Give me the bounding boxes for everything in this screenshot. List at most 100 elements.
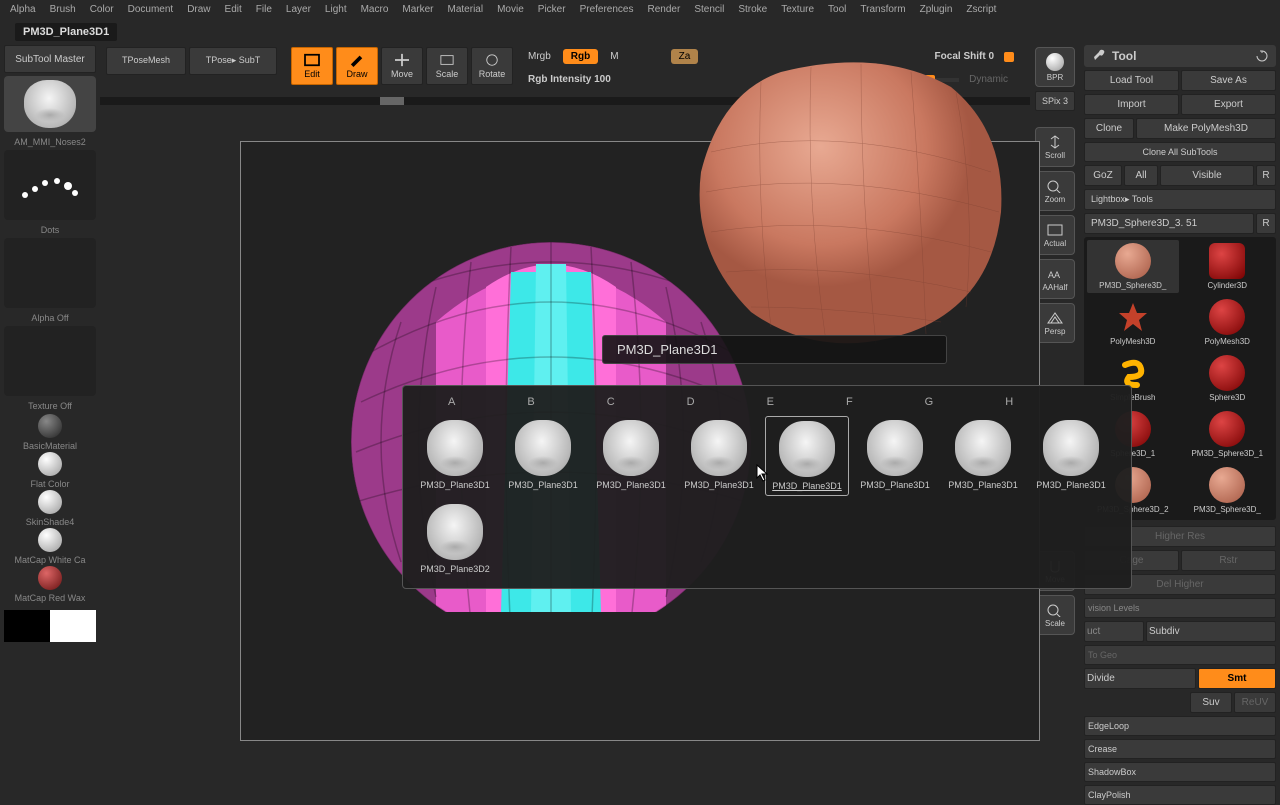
tool-item[interactable]: PM3D_Sphere3D_ — [1182, 464, 1274, 517]
edit-icon — [303, 53, 321, 67]
material-ball-icon[interactable] — [38, 490, 62, 514]
draw-mode-button[interactable]: Draw — [336, 47, 378, 85]
menu-item[interactable]: Picker — [538, 4, 566, 15]
crease-button[interactable]: Crease — [1084, 739, 1276, 759]
scroll-button[interactable]: Scroll — [1035, 127, 1075, 167]
menu-item[interactable]: Material — [448, 4, 484, 15]
scale-mode-button[interactable]: Scale — [426, 47, 468, 85]
menu-item[interactable]: Light — [325, 4, 347, 15]
menu-item[interactable]: Transform — [860, 4, 905, 15]
smt-button[interactable]: Smt — [1198, 668, 1276, 689]
preset-item[interactable]: PM3D_Plane3D1 — [941, 416, 1025, 496]
color-swatch[interactable] — [4, 610, 96, 642]
move-mode-button[interactable]: Move — [381, 47, 423, 85]
mrgb-button[interactable]: Mrgb — [522, 47, 557, 66]
clone-all-button[interactable]: Clone All SubTools — [1084, 142, 1276, 162]
preset-item-selected[interactable]: PM3D_Plane3D1 — [765, 416, 849, 496]
aahalf-button[interactable]: AAAAHalf — [1035, 259, 1075, 299]
clone-button[interactable]: Clone — [1084, 118, 1134, 139]
subtool-master-button[interactable]: SubTool Master — [4, 45, 96, 73]
shadowbox-button[interactable]: ShadowBox — [1084, 762, 1276, 782]
tool-panel-header[interactable]: Tool — [1084, 45, 1276, 67]
tool-item[interactable]: PolyMesh3D — [1087, 296, 1179, 349]
nose-icon — [1043, 420, 1099, 476]
divide-button[interactable]: Divide — [1084, 668, 1196, 689]
edgeloop-button[interactable]: EdgeLoop — [1084, 716, 1276, 736]
menu-item[interactable]: Movie — [497, 4, 524, 15]
menu-item[interactable]: Color — [90, 4, 114, 15]
tool-item[interactable]: PolyMesh3D — [1182, 296, 1274, 349]
scale-icon — [438, 53, 456, 67]
rgb-button[interactable]: Rgb — [563, 49, 598, 64]
material-ball-icon[interactable] — [38, 566, 62, 590]
import-button[interactable]: Import — [1084, 94, 1179, 115]
nose-icon — [691, 420, 747, 476]
goz-visible-button[interactable]: Visible — [1160, 165, 1254, 186]
menu-item[interactable]: Stencil — [694, 4, 724, 15]
load-tool-button[interactable]: Load Tool — [1084, 70, 1179, 91]
preset-item[interactable]: PM3D_Plane3D1 — [589, 416, 673, 496]
viewport-scale-button[interactable]: Scale — [1035, 595, 1075, 635]
preset-item[interactable]: PM3D_Plane3D1 — [501, 416, 585, 496]
lightbox-tools-button[interactable]: Lightbox▸ Tools — [1084, 189, 1276, 210]
preset-item[interactable]: PM3D_Plane3D1 — [853, 416, 937, 496]
tpose-subt-button[interactable]: TPose▸ SubT — [189, 47, 277, 75]
zoom-button[interactable]: Zoom — [1035, 171, 1075, 211]
menu-item[interactable]: Preferences — [580, 4, 634, 15]
menu-item[interactable]: Macro — [361, 4, 389, 15]
preset-item[interactable]: PM3D_Plane3D2 — [413, 500, 497, 578]
menu-item[interactable]: Brush — [50, 4, 76, 15]
to-geo-button[interactable]: To Geo — [1084, 645, 1276, 665]
preset-item[interactable]: PM3D_Plane3D1 — [677, 416, 761, 496]
export-button[interactable]: Export — [1181, 94, 1276, 115]
tool-r-button[interactable]: R — [1256, 213, 1276, 234]
rstr-button[interactable]: Rstr — [1181, 550, 1276, 571]
preset-item[interactable]: PM3D_Plane3D1 — [1029, 416, 1113, 496]
goz-button[interactable]: GoZ — [1084, 165, 1122, 186]
menu-item[interactable]: Alpha — [10, 4, 36, 15]
menu-item[interactable]: Edit — [225, 4, 242, 15]
menu-item[interactable]: Render — [648, 4, 681, 15]
active-tool-label[interactable]: PM3D_Sphere3D_3. 51 — [1084, 213, 1254, 234]
persp-button[interactable]: Persp — [1035, 303, 1075, 343]
menu-item[interactable]: Tool — [828, 4, 846, 15]
make-polymesh-button[interactable]: Make PolyMesh3D — [1136, 118, 1276, 139]
menu-item[interactable]: Stroke — [738, 4, 767, 15]
material-ball-icon[interactable] — [38, 452, 62, 476]
texture-preview[interactable] — [4, 326, 96, 396]
nose-icon — [779, 421, 835, 477]
claypolish-button[interactable]: ClayPolish — [1084, 785, 1276, 805]
tool-item[interactable]: Sphere3D — [1182, 352, 1274, 405]
material-ball-icon[interactable] — [38, 528, 62, 552]
actual-button[interactable]: Actual — [1035, 215, 1075, 255]
tool-item[interactable]: PM3D_Sphere3D_ — [1087, 240, 1179, 293]
tool-item[interactable]: Cylinder3D — [1182, 240, 1274, 293]
edit-mode-button[interactable]: Edit — [291, 47, 333, 85]
goz-all-button[interactable]: All — [1124, 165, 1158, 186]
goz-r-button[interactable]: R — [1256, 165, 1276, 186]
menu-item[interactable]: Marker — [402, 4, 433, 15]
bpr-button[interactable]: BPR — [1035, 47, 1075, 87]
reuv-button[interactable]: ReUV — [1234, 692, 1276, 713]
stroke-preview[interactable] — [4, 150, 96, 220]
subdiv-button[interactable]: Subdiv — [1146, 621, 1276, 642]
menu-item[interactable]: Draw — [187, 4, 210, 15]
menu-item[interactable]: Layer — [286, 4, 311, 15]
material-ball-icon[interactable] — [38, 414, 62, 438]
menu-item[interactable]: File — [256, 4, 272, 15]
brush-preview[interactable] — [4, 76, 96, 132]
menu-item[interactable]: Zscript — [966, 4, 996, 15]
menu-item[interactable]: Texture — [781, 4, 814, 15]
m-button[interactable]: M — [604, 47, 624, 66]
preset-item[interactable]: PM3D_Plane3D1 — [413, 416, 497, 496]
rotate-mode-button[interactable]: Rotate — [471, 47, 513, 85]
suv-button[interactable]: Suv — [1190, 692, 1232, 713]
alpha-preview[interactable] — [4, 238, 96, 308]
menu-item[interactable]: Zplugin — [920, 4, 953, 15]
save-as-button[interactable]: Save As — [1181, 70, 1276, 91]
menu-item[interactable]: Document — [128, 4, 174, 15]
tool-item[interactable]: PM3D_Sphere3D_1 — [1182, 408, 1274, 461]
refresh-icon[interactable] — [1256, 50, 1268, 62]
spix-button[interactable]: SPix 3 — [1035, 91, 1075, 111]
tposemesh-button[interactable]: TPoseMesh — [106, 47, 186, 75]
